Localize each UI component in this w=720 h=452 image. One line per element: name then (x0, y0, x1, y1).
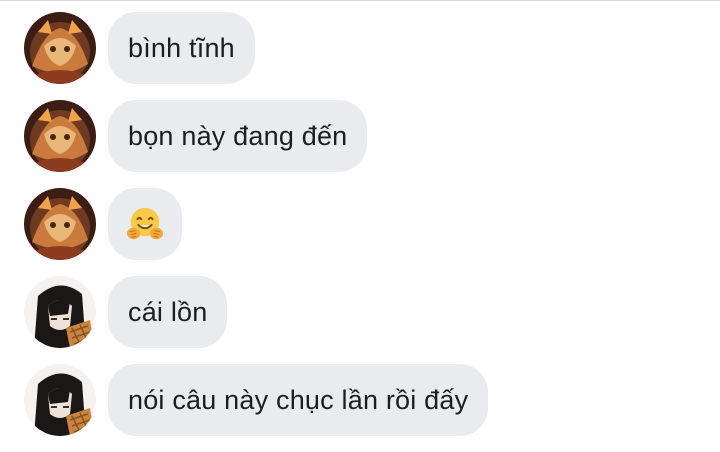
avatar-user-a[interactable] (24, 188, 96, 260)
message-text: bọn này đang đến (128, 120, 348, 151)
avatar-image-a (24, 100, 96, 172)
message-bubble[interactable]: nói câu này chục lần rồi đấy (108, 364, 489, 436)
message-text: cái lồn (128, 296, 208, 327)
message-row: nói câu này chục lần rồi đấy (0, 364, 720, 452)
message-row: bình tĩnh (0, 12, 720, 100)
hugging-face-icon (126, 207, 164, 240)
avatar-image-b (24, 276, 96, 348)
message-row: cái lồn (0, 276, 720, 364)
message-bubble[interactable]: bình tĩnh (108, 12, 255, 84)
message-thread[interactable]: bình tĩnh bọn này đang đến cái lồn nói c… (0, 12, 720, 452)
message-bubble[interactable]: hugging-face (108, 188, 182, 260)
message-text: nói câu này chục lần rồi đấy (128, 384, 469, 415)
avatar-image-a (24, 12, 96, 84)
avatar-user-b[interactable] (24, 276, 96, 348)
avatar-image-a (24, 188, 96, 260)
avatar-user-b[interactable] (24, 364, 96, 436)
top-divider (0, 0, 720, 1)
message-text: bình tĩnh (128, 32, 235, 63)
message-row: bọn này đang đến (0, 100, 720, 188)
avatar-user-a[interactable] (24, 12, 96, 84)
message-bubble[interactable]: cái lồn (108, 276, 228, 348)
message-row: hugging-face (0, 188, 720, 276)
avatar-image-b (24, 364, 96, 436)
avatar-user-a[interactable] (24, 100, 96, 172)
message-bubble[interactable]: bọn này đang đến (108, 100, 368, 172)
